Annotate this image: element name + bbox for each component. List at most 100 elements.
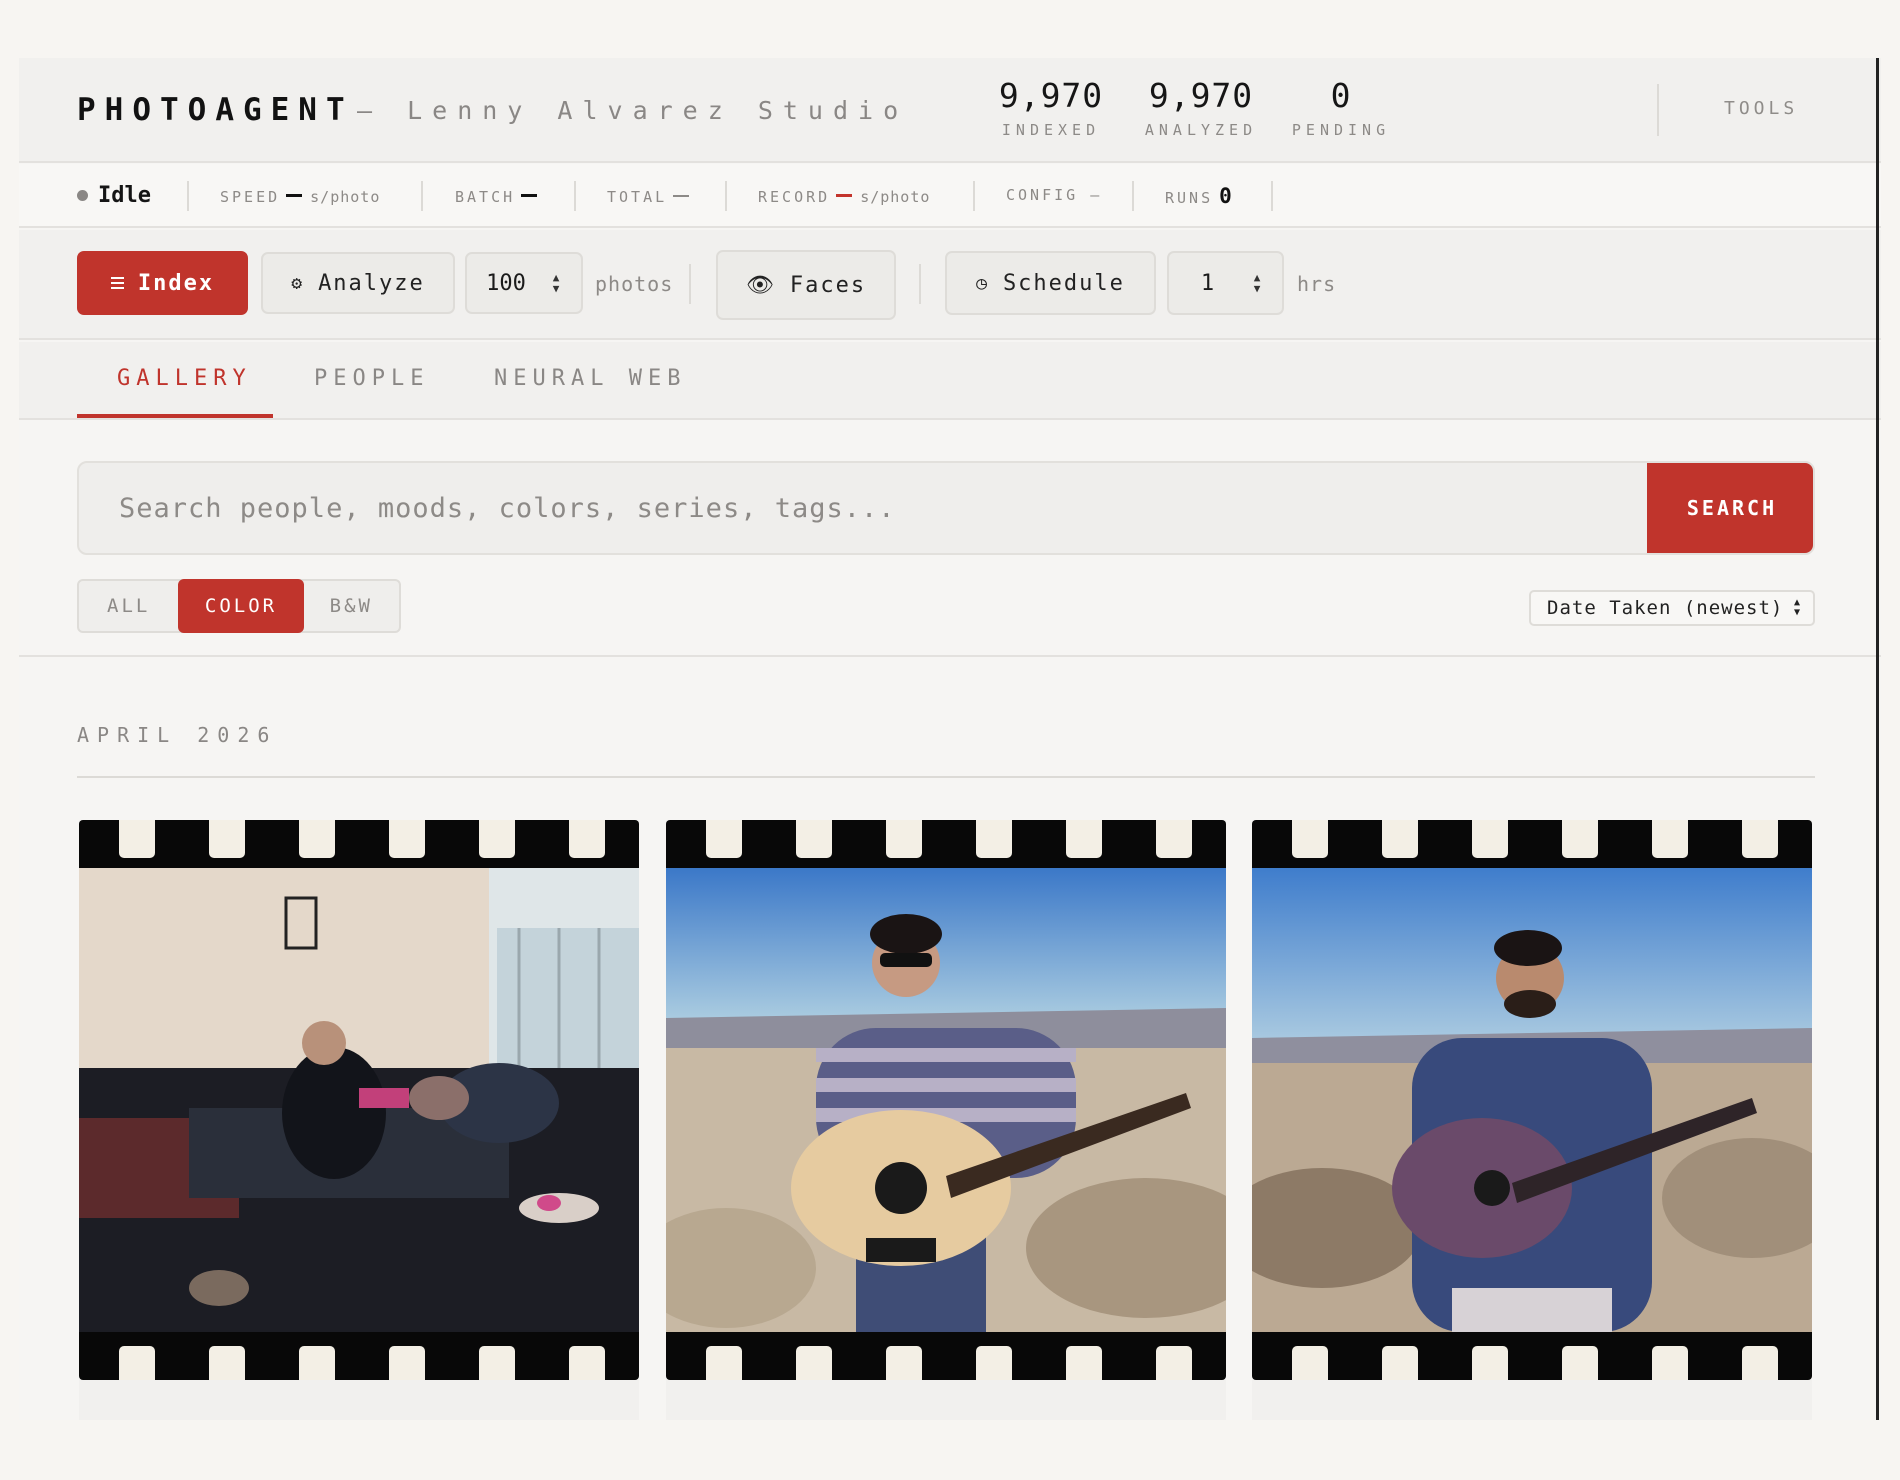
sort-value: Date Taken (newest) (1547, 597, 1784, 619)
film-hole (569, 1346, 605, 1380)
status-divider (421, 181, 423, 211)
filter-all[interactable]: ALL (79, 581, 178, 631)
film-hole (1472, 820, 1508, 858)
film-hole (389, 1346, 425, 1380)
film-hole (1742, 1346, 1778, 1380)
status-divider (1271, 181, 1273, 211)
search-bar: SEARCH (77, 461, 1815, 555)
photo-card[interactable] (79, 820, 639, 1420)
stat-label: PENDING (1291, 121, 1391, 139)
film-hole (1382, 1346, 1418, 1380)
photo-card[interactable] (666, 820, 1226, 1420)
film-hole (209, 1346, 245, 1380)
film-perforations (1252, 1332, 1812, 1380)
stat-value: 0 (1330, 76, 1352, 115)
tab-gallery[interactable]: GALLERY (117, 366, 252, 391)
film-hole (1652, 1346, 1688, 1380)
runs-label: RUNS (1165, 189, 1214, 207)
film-hole (706, 820, 742, 858)
stepper-arrows-icon[interactable]: ▲ ▼ (1246, 272, 1268, 294)
film-hole (976, 1346, 1012, 1380)
film-frame (666, 820, 1226, 1380)
batch-label: BATCH (455, 188, 516, 206)
active-tab-indicator (77, 414, 273, 418)
analyze-button[interactable]: ⚙ Analyze (261, 252, 455, 314)
header-divider (1657, 84, 1659, 136)
color-filter-toggle: ALL COLOR B&W (77, 579, 401, 633)
film-perforations (666, 1332, 1226, 1380)
film-hole (1292, 1346, 1328, 1380)
sort-select[interactable]: Date Taken (newest) ▲ ▼ (1529, 590, 1815, 626)
divider (77, 776, 1815, 778)
tab-people[interactable]: PEOPLE (314, 366, 429, 391)
status-total: TOTAL (607, 188, 697, 206)
film-hole (1652, 820, 1688, 858)
film-perforations (666, 820, 1226, 868)
window-edge (1876, 58, 1879, 1420)
hours-stepper[interactable]: 1 ▲ ▼ (1167, 251, 1284, 315)
photo-thumbnail[interactable] (1252, 868, 1812, 1332)
speed-label: SPEED (220, 188, 281, 206)
search-input[interactable] (79, 463, 1645, 553)
photo-thumbnail[interactable] (79, 868, 639, 1332)
app-header: PHOTOAGENT — Lenny Alvarez Studio 9,970 … (19, 58, 1881, 163)
status-text: Idle (98, 183, 151, 208)
select-arrows-icon: ▲ ▼ (1793, 597, 1801, 618)
divider (19, 655, 1881, 657)
film-hole (569, 820, 605, 858)
index-button[interactable]: Index (77, 251, 248, 315)
status-speed: SPEED s/photo (220, 188, 380, 206)
batch-size-stepper[interactable]: 100 ▲ ▼ (465, 252, 583, 314)
clock-icon: ◷ (976, 272, 989, 294)
film-hole (886, 820, 922, 858)
brand-title: PHOTOAGENT (77, 92, 354, 128)
record-empty-value (836, 194, 853, 197)
batch-unit-label: photos (595, 272, 674, 296)
film-perforations (79, 1332, 639, 1380)
status-runs: RUNS 0 (1165, 184, 1232, 208)
speed-empty-value (286, 194, 303, 197)
stat-indexed: 9,970 INDEXED (991, 76, 1111, 139)
schedule-button[interactable]: ◷ Schedule (945, 251, 1156, 315)
studio-name: — Lenny Alvarez Studio (357, 96, 909, 125)
total-empty-value (673, 194, 690, 197)
film-hole (886, 1346, 922, 1380)
film-hole (1156, 1346, 1192, 1380)
stat-value: 9,970 (998, 76, 1104, 115)
film-hole (796, 1346, 832, 1380)
month-heading: APRIL 2026 (77, 723, 278, 747)
film-hole (1742, 820, 1778, 858)
search-button[interactable]: SEARCH (1647, 463, 1813, 553)
film-hole (1066, 820, 1102, 858)
film-hole (1156, 820, 1192, 858)
film-hole (1562, 1346, 1598, 1380)
index-label: Index (137, 270, 215, 296)
film-hole (976, 820, 1012, 858)
filter-color[interactable]: COLOR (178, 579, 304, 633)
stepper-arrows-icon[interactable]: ▲ ▼ (545, 272, 567, 294)
photo-card[interactable] (1252, 820, 1812, 1420)
filter-bw[interactable]: B&W (304, 581, 399, 631)
status-divider (574, 181, 576, 211)
film-hole (479, 1346, 515, 1380)
faces-button[interactable]: 👁 Faces (716, 250, 896, 320)
faces-label: Faces (789, 272, 867, 298)
film-hole (1472, 1346, 1508, 1380)
film-hole (1066, 1346, 1102, 1380)
photo-thumbnail[interactable] (666, 868, 1226, 1332)
status-batch: BATCH (455, 188, 545, 206)
film-hole (706, 1346, 742, 1380)
film-hole (1382, 820, 1418, 858)
status-divider (973, 181, 975, 211)
tab-neural-web[interactable]: NEURAL WEB (494, 366, 686, 391)
status-config[interactable]: CONFIG — (1006, 186, 1102, 204)
status-divider (1132, 181, 1134, 211)
total-label: TOTAL (607, 188, 668, 206)
stat-pending: 0 PENDING (1281, 76, 1401, 139)
record-label: RECORD (758, 188, 831, 206)
film-hole (209, 820, 245, 858)
film-hole (119, 820, 155, 858)
film-perforations (79, 820, 639, 868)
status-dot-icon (77, 190, 88, 201)
tools-button[interactable]: TOOLS (1724, 98, 1798, 119)
